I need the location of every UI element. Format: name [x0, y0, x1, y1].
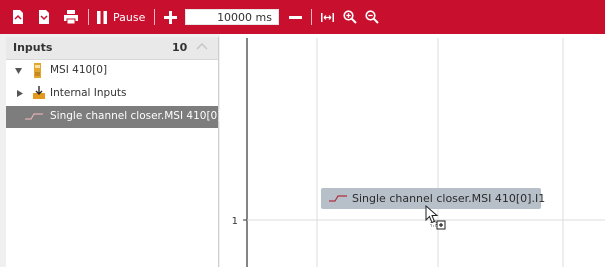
tree-item-internal-inputs[interactable]: Internal Inputs	[6, 83, 218, 105]
inputs-panel: Inputs 10 MSI 410[0] Internal Inputs Sin	[6, 37, 234, 267]
device-icon	[34, 63, 41, 78]
pause-icon	[97, 10, 107, 24]
fit-width-icon	[320, 12, 334, 22]
toolbar-separator	[88, 9, 89, 25]
pause-button[interactable]: Pause	[97, 0, 151, 34]
pause-label: Pause	[113, 10, 146, 24]
expanded-arrow-icon[interactable]	[15, 68, 22, 74]
internal-inputs-icon	[33, 86, 45, 99]
export-icon	[13, 10, 23, 24]
tree-item-label: Single channel closer.MSI 410[0].I1	[50, 110, 235, 122]
zoom-in-icon	[343, 10, 357, 24]
plus-icon	[163, 10, 177, 24]
inputs-panel-header: Inputs 10	[6, 37, 218, 60]
tree-item-single-channel-closer[interactable]: Single channel closer.MSI 410[0].I1	[6, 106, 234, 128]
inputs-count: 10	[172, 41, 188, 54]
tree-item-label: Internal Inputs	[50, 87, 127, 99]
signal-icon	[25, 113, 43, 120]
import-icon	[39, 10, 49, 24]
chevron-up-icon[interactable]	[195, 40, 209, 54]
increase-duration-button[interactable]	[160, 0, 180, 34]
chart-area[interactable]: 1	[220, 34, 605, 267]
print-icon	[64, 10, 78, 24]
print-button[interactable]	[60, 0, 82, 34]
export-button[interactable]	[8, 0, 28, 34]
toolbar: Pause 10000 ms	[0, 0, 605, 34]
tree-item-msi-410[interactable]: MSI 410[0]	[6, 60, 218, 82]
duration-input[interactable]: 10000 ms	[185, 9, 279, 25]
zoom-out-icon	[365, 10, 379, 24]
y-tick-label: 1	[232, 216, 238, 227]
toolbar-separator	[154, 9, 155, 25]
minus-icon	[288, 15, 302, 19]
decrease-duration-button[interactable]	[285, 0, 305, 34]
drag-copy-cursor-icon	[425, 205, 446, 230]
zoom-out-button[interactable]	[362, 0, 382, 34]
tree-item-label: MSI 410[0]	[50, 64, 108, 76]
fit-width-button[interactable]	[317, 0, 337, 34]
import-button[interactable]	[34, 0, 54, 34]
signal-icon	[329, 195, 347, 202]
toolbar-separator	[311, 9, 312, 25]
panel-title: Inputs	[13, 41, 53, 54]
drag-preview-text: Single channel closer.MSI 410[0].I1	[352, 192, 546, 205]
zoom-in-button[interactable]	[340, 0, 360, 34]
collapsed-arrow-icon[interactable]	[17, 90, 23, 97]
